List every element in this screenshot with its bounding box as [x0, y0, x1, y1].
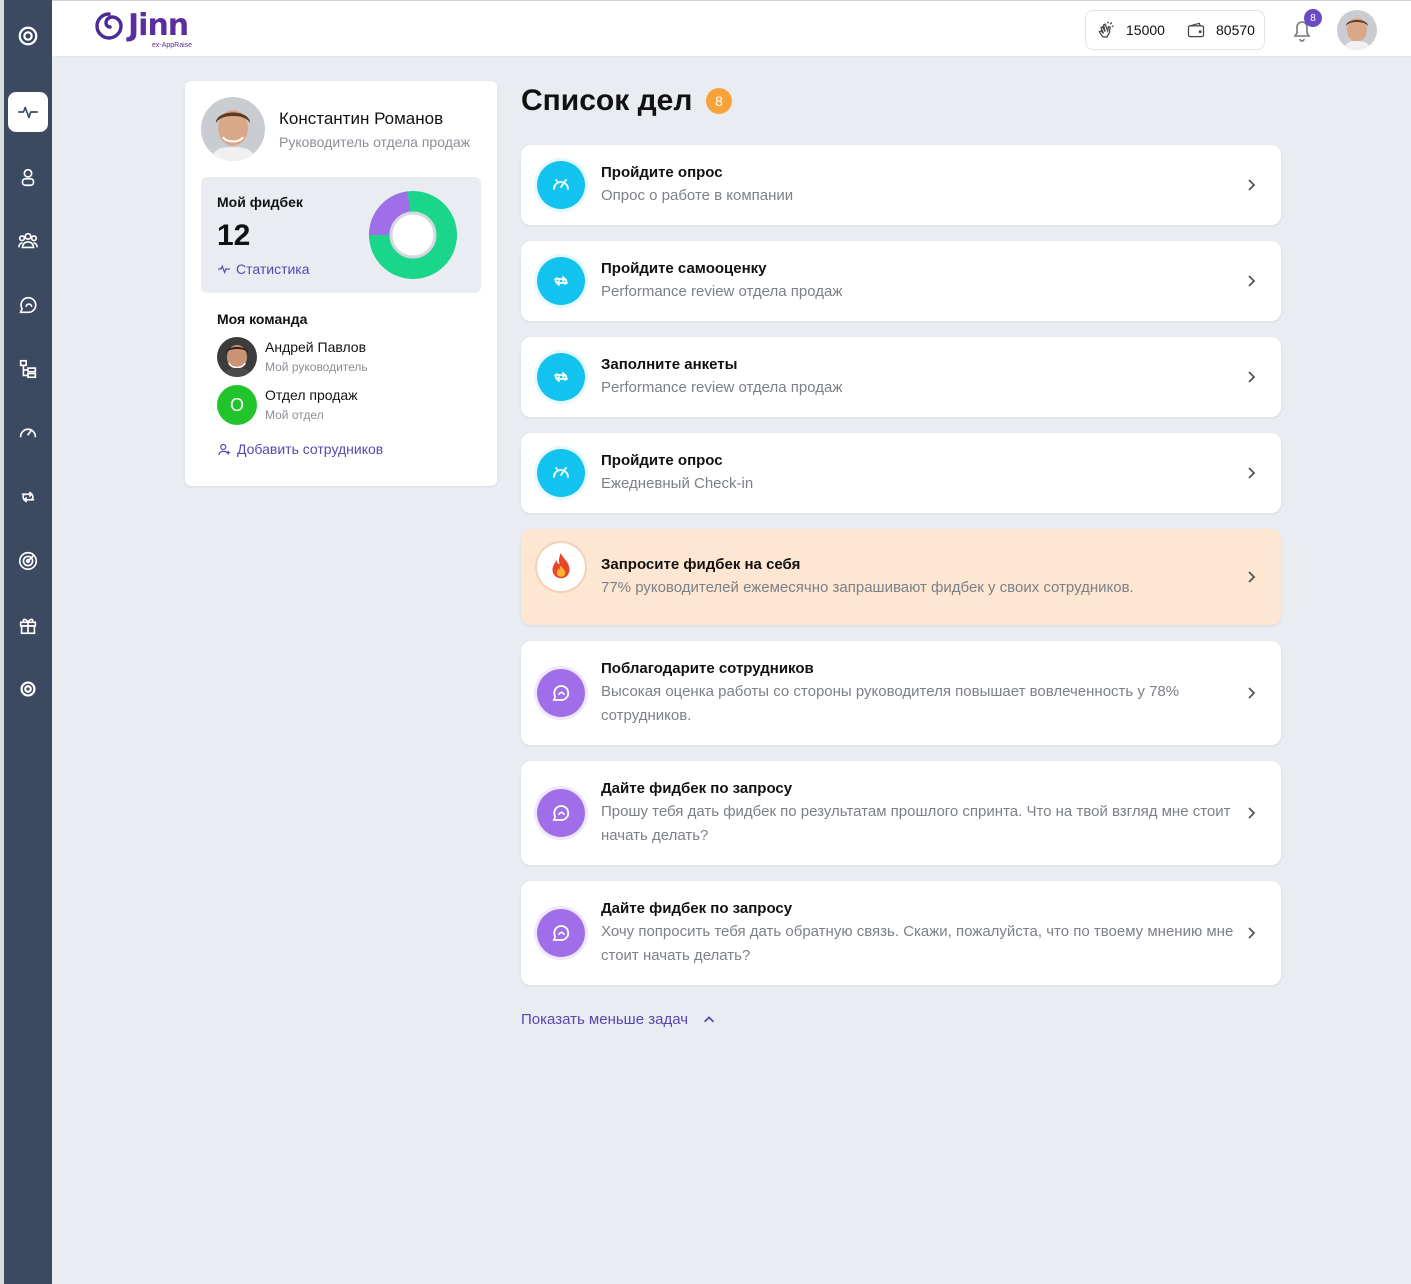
task-title: Пройдите опрос — [601, 452, 723, 469]
task-card[interactable]: Поблагодарите сотрудников Высокая оценка… — [521, 641, 1281, 745]
department-avatar: O — [217, 385, 257, 425]
task-card[interactable]: Пройдите опрос Опрос о работе в компании — [521, 145, 1281, 225]
review-cycle-icon[interactable] — [8, 477, 48, 517]
spiral-logo-icon[interactable] — [8, 16, 48, 56]
pulse-icon — [218, 264, 230, 275]
task-subtitle: Performance review отдела продаж — [601, 379, 843, 396]
speedometer-icon — [537, 449, 585, 497]
task-title: Дайте фидбек по запросу — [601, 780, 793, 797]
chevron-right-icon — [1248, 467, 1256, 479]
feedback-chat-icon — [537, 909, 585, 957]
add-person-icon — [218, 443, 231, 455]
task-title: Пройдите самооценку — [601, 260, 767, 277]
todo-title: Список дел — [521, 84, 693, 117]
chevron-right-icon — [1248, 275, 1256, 287]
team-member-role: Мой руководитель — [265, 360, 368, 374]
review-cycle-icon — [537, 257, 585, 305]
todo-count-badge: 8 — [706, 88, 732, 114]
feedback-donut-chart — [369, 191, 457, 279]
review-cycle-icon — [537, 353, 585, 401]
chevron-right-icon — [1248, 179, 1256, 191]
task-subtitle: Хочу попросить тебя дать обратную связь.… — [601, 923, 1234, 964]
task-card[interactable]: Заполните анкеты Performance review отде… — [521, 337, 1281, 417]
feedback-count: 12 — [217, 219, 251, 252]
add-employees-label: Добавить сотрудников — [237, 441, 384, 457]
settings-gear-icon[interactable] — [8, 669, 48, 709]
profile-card: Константин Романов Руководитель отдела п… — [185, 81, 497, 486]
feedback-chat-icon — [537, 789, 585, 837]
feedback-chat-icon[interactable] — [8, 285, 48, 325]
task-title: Заполните анкеты — [601, 356, 738, 373]
task-card[interactable]: Дайте фидбек по запросу Прошу тебя дать … — [521, 761, 1281, 865]
user-avatar[interactable] — [1337, 10, 1377, 50]
fire-icon — [537, 543, 585, 591]
task-card-highlight[interactable]: Запросите фидбек на себя 77% руководител… — [521, 529, 1281, 625]
task-card[interactable]: Пройдите опрос Ежедневный Check-in — [521, 433, 1281, 513]
wallet-value: 80570 — [1216, 22, 1255, 38]
add-employees-link[interactable]: Добавить сотрудников — [217, 441, 383, 457]
profile-name: Константин Романов — [279, 109, 444, 128]
pulse-icon[interactable] — [8, 92, 48, 132]
chevron-right-icon — [1248, 371, 1256, 383]
speedometer-icon[interactable] — [8, 412, 48, 452]
show-less-label: Показать меньше задач — [521, 1011, 689, 1028]
task-subtitle: Ежедневный Check-in — [601, 475, 754, 492]
task-title: Пройдите опрос — [601, 164, 723, 181]
my-feedback-box[interactable]: Мой фидбек 12 Статистика — [201, 177, 481, 293]
app-logo[interactable]: Jinn ex-AppRaise — [94, 7, 204, 51]
chevron-right-icon — [1248, 571, 1256, 583]
team-member-department[interactable]: O Отдел продаж Мой отдел — [217, 385, 477, 425]
profile-role: Руководитель отдела продаж — [279, 134, 471, 150]
chevron-right-icon — [1248, 927, 1256, 939]
task-title: Дайте фидбек по запросу — [601, 900, 793, 917]
notification-badge: 8 — [1304, 9, 1322, 27]
org-structure-icon[interactable] — [8, 349, 48, 389]
claps-balance[interactable]: 15000 — [1096, 11, 1165, 49]
chevron-right-icon — [1248, 807, 1256, 819]
team-member-name: Андрей Павлов — [265, 339, 367, 355]
sidebar — [4, 0, 52, 1284]
speedometer-icon — [537, 161, 585, 209]
statistics-link[interactable]: Статистика — [217, 261, 310, 277]
task-subtitle: Высокая оценка работы со стороны руковод… — [601, 683, 1180, 724]
people-group-icon[interactable] — [8, 221, 48, 261]
show-less-tasks-button[interactable]: Показать меньше задач — [521, 1011, 716, 1028]
task-title: Запросите фидбек на себя — [601, 556, 801, 573]
logo-subtitle: ex-AppRaise — [152, 42, 193, 49]
wallet-balance[interactable]: 80570 — [1186, 11, 1255, 49]
claps-value: 15000 — [1126, 22, 1165, 38]
gift-icon[interactable] — [8, 605, 48, 645]
feedback-title: Мой фидбек — [217, 194, 303, 210]
team-member-manager[interactable]: Андрей Павлов Мой руководитель — [217, 337, 477, 377]
person-icon[interactable] — [8, 157, 48, 197]
balance-panel[interactable]: 15000 80570 — [1085, 10, 1265, 50]
profile-avatar[interactable] — [201, 97, 265, 161]
statistics-label: Статистика — [236, 261, 310, 277]
target-icon[interactable] — [8, 541, 48, 581]
feedback-chat-icon — [537, 669, 585, 717]
chevron-right-icon — [1248, 687, 1256, 699]
team-member-name: Отдел продаж — [265, 387, 358, 403]
team-member-role: Мой отдел — [265, 408, 324, 422]
chevron-up-icon — [704, 1015, 715, 1022]
task-subtitle: 77% руководителей ежемесячно запрашивают… — [601, 579, 1134, 596]
task-subtitle: Прошу тебя дать фидбек по результатам пр… — [601, 803, 1231, 844]
team-title: Моя команда — [217, 311, 308, 327]
task-card[interactable]: Пройдите самооценку Performance review о… — [521, 241, 1281, 321]
logo-text: Jinn — [128, 8, 189, 43]
clapping-hands-icon — [1098, 21, 1114, 38]
task-subtitle: Опрос о работе в компании — [601, 187, 794, 204]
task-title: Поблагодарите сотрудников — [601, 660, 814, 677]
task-subtitle: Performance review отдела продаж — [601, 283, 843, 300]
wallet-icon — [1187, 22, 1205, 38]
task-card[interactable]: Дайте фидбек по запросу Хочу попросить т… — [521, 881, 1281, 985]
top-bar: Jinn ex-AppRaise 15000 80570 8 — [52, 0, 1411, 57]
manager-avatar — [217, 337, 257, 377]
logo-spiral-icon — [95, 12, 123, 40]
